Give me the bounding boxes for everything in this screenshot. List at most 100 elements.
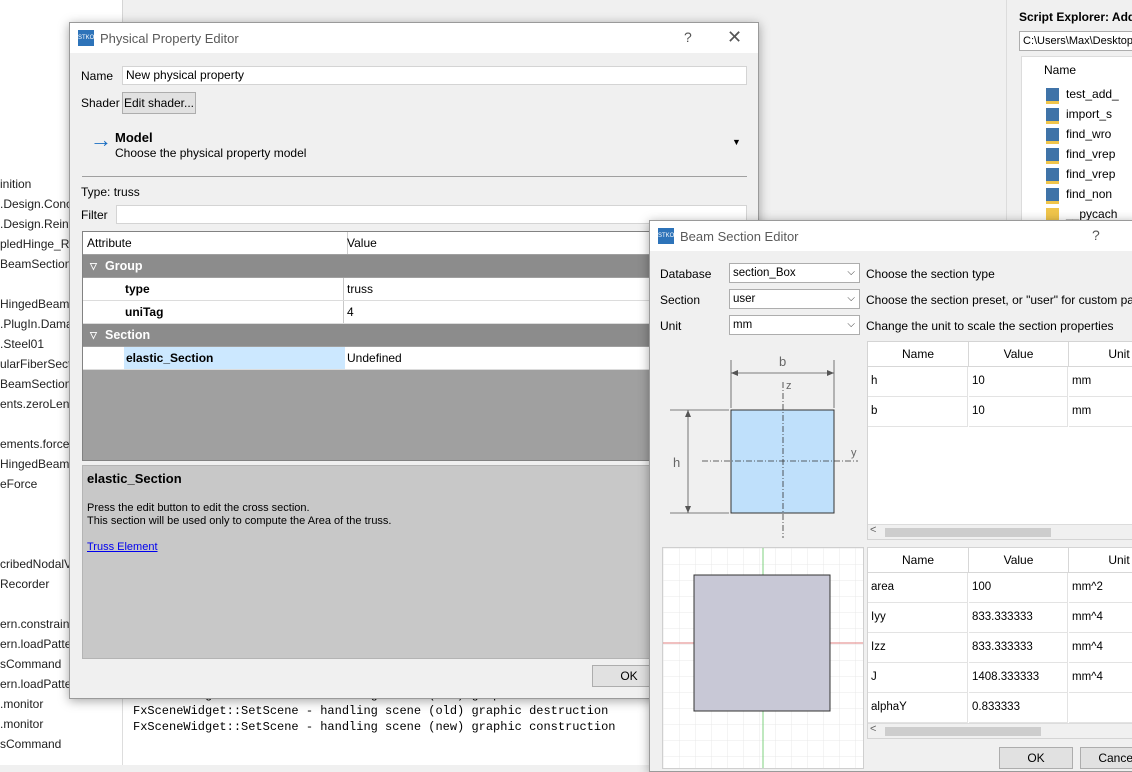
horizontal-scrollbar[interactable]: < [868,723,1132,738]
tree-item[interactable]: ern.loadPatter [0,637,75,651]
dialog-titlebar[interactable]: STKO Beam Section Editor ? [650,221,1132,251]
tree-item[interactable]: Recorder [0,577,49,591]
script-file-item[interactable]: test_add_ [1046,87,1119,104]
app-logo-icon: STKO [658,228,674,244]
close-icon[interactable]: ✕ [727,27,742,48]
column-header-unit[interactable]: Unit [1069,548,1132,573]
name-field[interactable]: New physical property [122,66,747,85]
tree-item[interactable]: ements.forceB [0,437,77,451]
section-value: user [733,293,756,305]
tree-item[interactable]: .Design.Conc [0,197,72,211]
python-file-icon [1046,108,1059,124]
tree-item[interactable]: sCommand [0,737,61,751]
tree-item[interactable]: .Steel01 [0,337,44,351]
script-explorer-panel: Script Explorer: Add c C:\Users\Max\Desk… [1006,0,1132,233]
attribute-name: elastic_Section [124,347,345,369]
tree-item[interactable]: pledHinge_Re [0,237,76,251]
script-file-name: test_add_ [1066,87,1119,101]
script-file-item[interactable]: find_vrep [1046,147,1116,164]
group-name: Group [105,259,143,273]
script-file-item[interactable]: find_non [1046,187,1113,204]
column-header-attribute[interactable]: Attribute [83,232,348,254]
script-file-name: __pycach [1066,207,1118,221]
dropdown-arrow-icon[interactable]: ▼ [732,137,741,147]
tree-item[interactable]: ularFiberSecti [0,357,74,371]
script-file-list[interactable]: Name test_add_ import_s find_wro find_vrep f… [1021,56,1132,233]
scroll-left-icon[interactable]: < [870,524,876,536]
section-preview-viewport[interactable] [662,547,864,769]
tree-item[interactable]: eForce [0,477,37,491]
chevron-down-icon: ⌵ [847,319,855,330]
collapse-icon[interactable]: ▽ [90,324,97,346]
property-unit [1069,693,1132,723]
tree-item[interactable]: HingedBeamF [0,297,77,311]
python-file-icon [1046,128,1059,144]
script-file-item[interactable]: import_s [1046,107,1112,124]
param-value[interactable]: 10 [969,367,1068,397]
dialog-titlebar[interactable]: STKO Physical Property Editor ? ✕ [70,23,758,53]
column-header-name[interactable]: Name [868,548,969,573]
script-file-item[interactable]: find_vrep [1046,167,1116,184]
scroll-left-icon[interactable]: < [870,723,876,735]
tree-item[interactable]: inition [0,177,31,191]
edit-shader-button[interactable]: Edit shader... [122,92,196,114]
model-selector[interactable]: → Model Choose the physical property mod… [82,123,747,175]
column-header-name[interactable]: Name [868,342,969,367]
attribute-name: uniTag [125,305,164,319]
section-select[interactable]: user ⌵ [729,289,860,309]
script-file-name: find_non [1066,187,1113,201]
tree-item[interactable]: ern.constraint [0,617,73,631]
help-icon[interactable]: ? [1092,227,1100,243]
help-icon[interactable]: ? [684,29,692,45]
tree-item[interactable]: .Design.Reinf [0,217,72,231]
property-value: 833.333333 [969,633,1068,663]
scrollbar-thumb[interactable] [885,727,1041,736]
python-file-icon [1046,168,1059,184]
separator [82,176,747,177]
property-value: 833.333333 [969,603,1068,633]
column-header-value[interactable]: Value [969,548,1069,573]
collapse-icon[interactable]: ▽ [90,255,97,277]
script-file-item[interactable]: __pycach [1046,207,1118,221]
script-file-name: find_vrep [1066,167,1116,181]
tree-item[interactable]: .monitor [0,697,43,711]
property-value: 100 [969,573,1068,603]
tree-item[interactable]: BeamSectionF [0,257,79,271]
horizontal-scrollbar[interactable]: < [868,524,1132,539]
tree-item[interactable]: HingedBeam [0,457,69,471]
help-link[interactable]: Truss Element [87,541,158,553]
help-text: This section will be used only to comput… [87,515,392,527]
section-description: Choose the section preset, or "user" for… [866,293,1132,307]
tree-item[interactable]: .PlugIn.Dama [0,317,73,331]
tree-item[interactable]: ents.zeroLeng [0,397,76,411]
unit-select[interactable]: mm ⌵ [729,315,860,335]
scrollbar-thumb[interactable] [885,528,1051,537]
ok-button[interactable]: OK [999,747,1073,769]
filter-label: Filter [81,208,108,222]
column-header-name[interactable]: Name [1044,63,1076,77]
tree-item[interactable]: .monitor [0,717,43,731]
script-path-input[interactable]: C:\Users\Max\Desktop [1019,31,1132,51]
type-label: Type: truss [81,185,140,199]
column-header-value[interactable]: Value [969,342,1069,367]
help-title: elastic_Section [87,471,182,486]
dialog-title: Beam Section Editor [680,229,799,244]
model-subtitle: Choose the physical property model [115,146,307,160]
tree-item[interactable]: BeamSectionF [0,377,79,391]
cancel-button[interactable]: Cancel [1080,747,1132,769]
database-select[interactable]: section_Box ⌵ [729,263,860,283]
dialog-title: Physical Property Editor [100,31,239,46]
param-value[interactable]: 10 [969,397,1068,427]
attribute-name: type [125,282,150,296]
column-header-unit[interactable]: Unit [1069,342,1132,367]
beam-section-editor-dialog: STKO Beam Section Editor ? Database sect… [649,220,1132,772]
tree-item[interactable]: cribedNodalVa [0,557,78,571]
script-file-item[interactable]: find_wro [1046,127,1111,144]
python-file-icon [1046,88,1059,104]
property-name: area [868,573,968,603]
tree-item[interactable]: sCommand [0,657,61,671]
section-preview [663,548,863,768]
shader-label: Shader [81,96,120,110]
property-name: alphaY [868,693,968,723]
script-file-name: find_vrep [1066,147,1116,161]
